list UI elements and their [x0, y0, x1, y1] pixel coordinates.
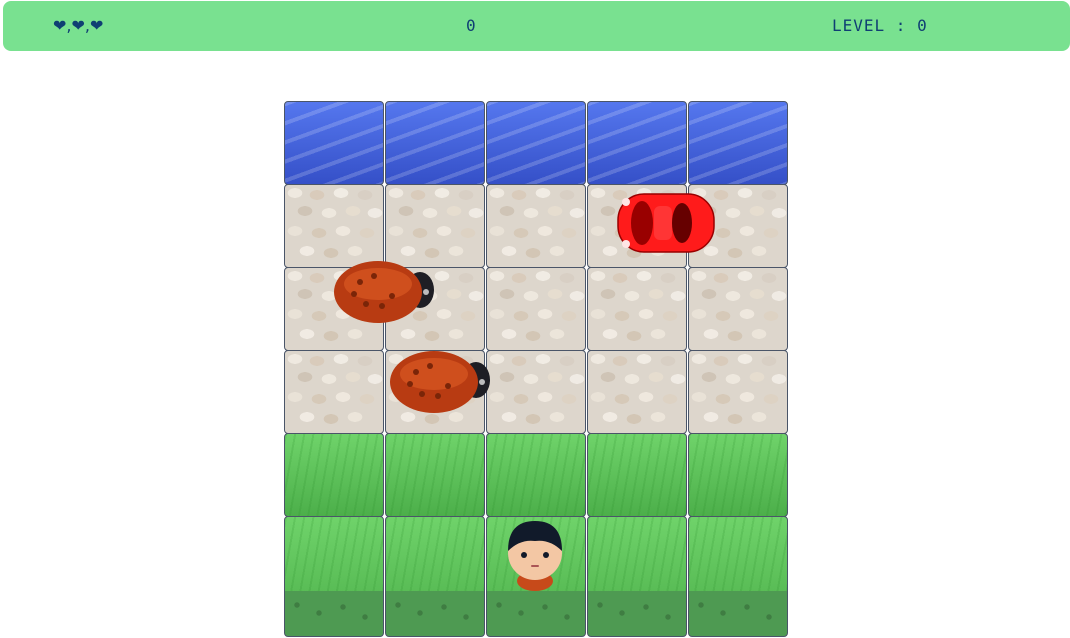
grass-tile [688, 516, 788, 637]
stone-tile [688, 267, 788, 351]
grass-tile [688, 433, 788, 517]
game-board[interactable] [284, 101, 789, 638]
grass-tile [587, 516, 687, 637]
red-car [617, 193, 715, 253]
stone-tile [486, 350, 586, 434]
water-tile [688, 101, 788, 185]
lives-indicator: ❤,❤,❤ [53, 16, 104, 35]
stone-tile [587, 350, 687, 434]
player-character[interactable] [498, 511, 572, 593]
water-tile [385, 101, 485, 185]
stone-tile [284, 350, 384, 434]
stone-tile [688, 350, 788, 434]
stone-tile [587, 267, 687, 351]
grass-tile [385, 516, 485, 637]
water-tile [486, 101, 586, 185]
stone-tile [486, 267, 586, 351]
grass-tile [587, 433, 687, 517]
grass-tile [284, 433, 384, 517]
ladybug-enemy [334, 261, 434, 323]
water-tile [284, 101, 384, 185]
water-tile [587, 101, 687, 185]
grass-tile [284, 516, 384, 637]
stone-tile [486, 184, 586, 268]
score-value: 0 [466, 16, 476, 35]
grass-tile [486, 433, 586, 517]
level-indicator: LEVEL : 0 [832, 16, 928, 35]
ladybug-enemy [390, 351, 490, 413]
hud-bar: ❤,❤,❤ 0 LEVEL : 0 [3, 1, 1070, 51]
grass-tile [385, 433, 485, 517]
